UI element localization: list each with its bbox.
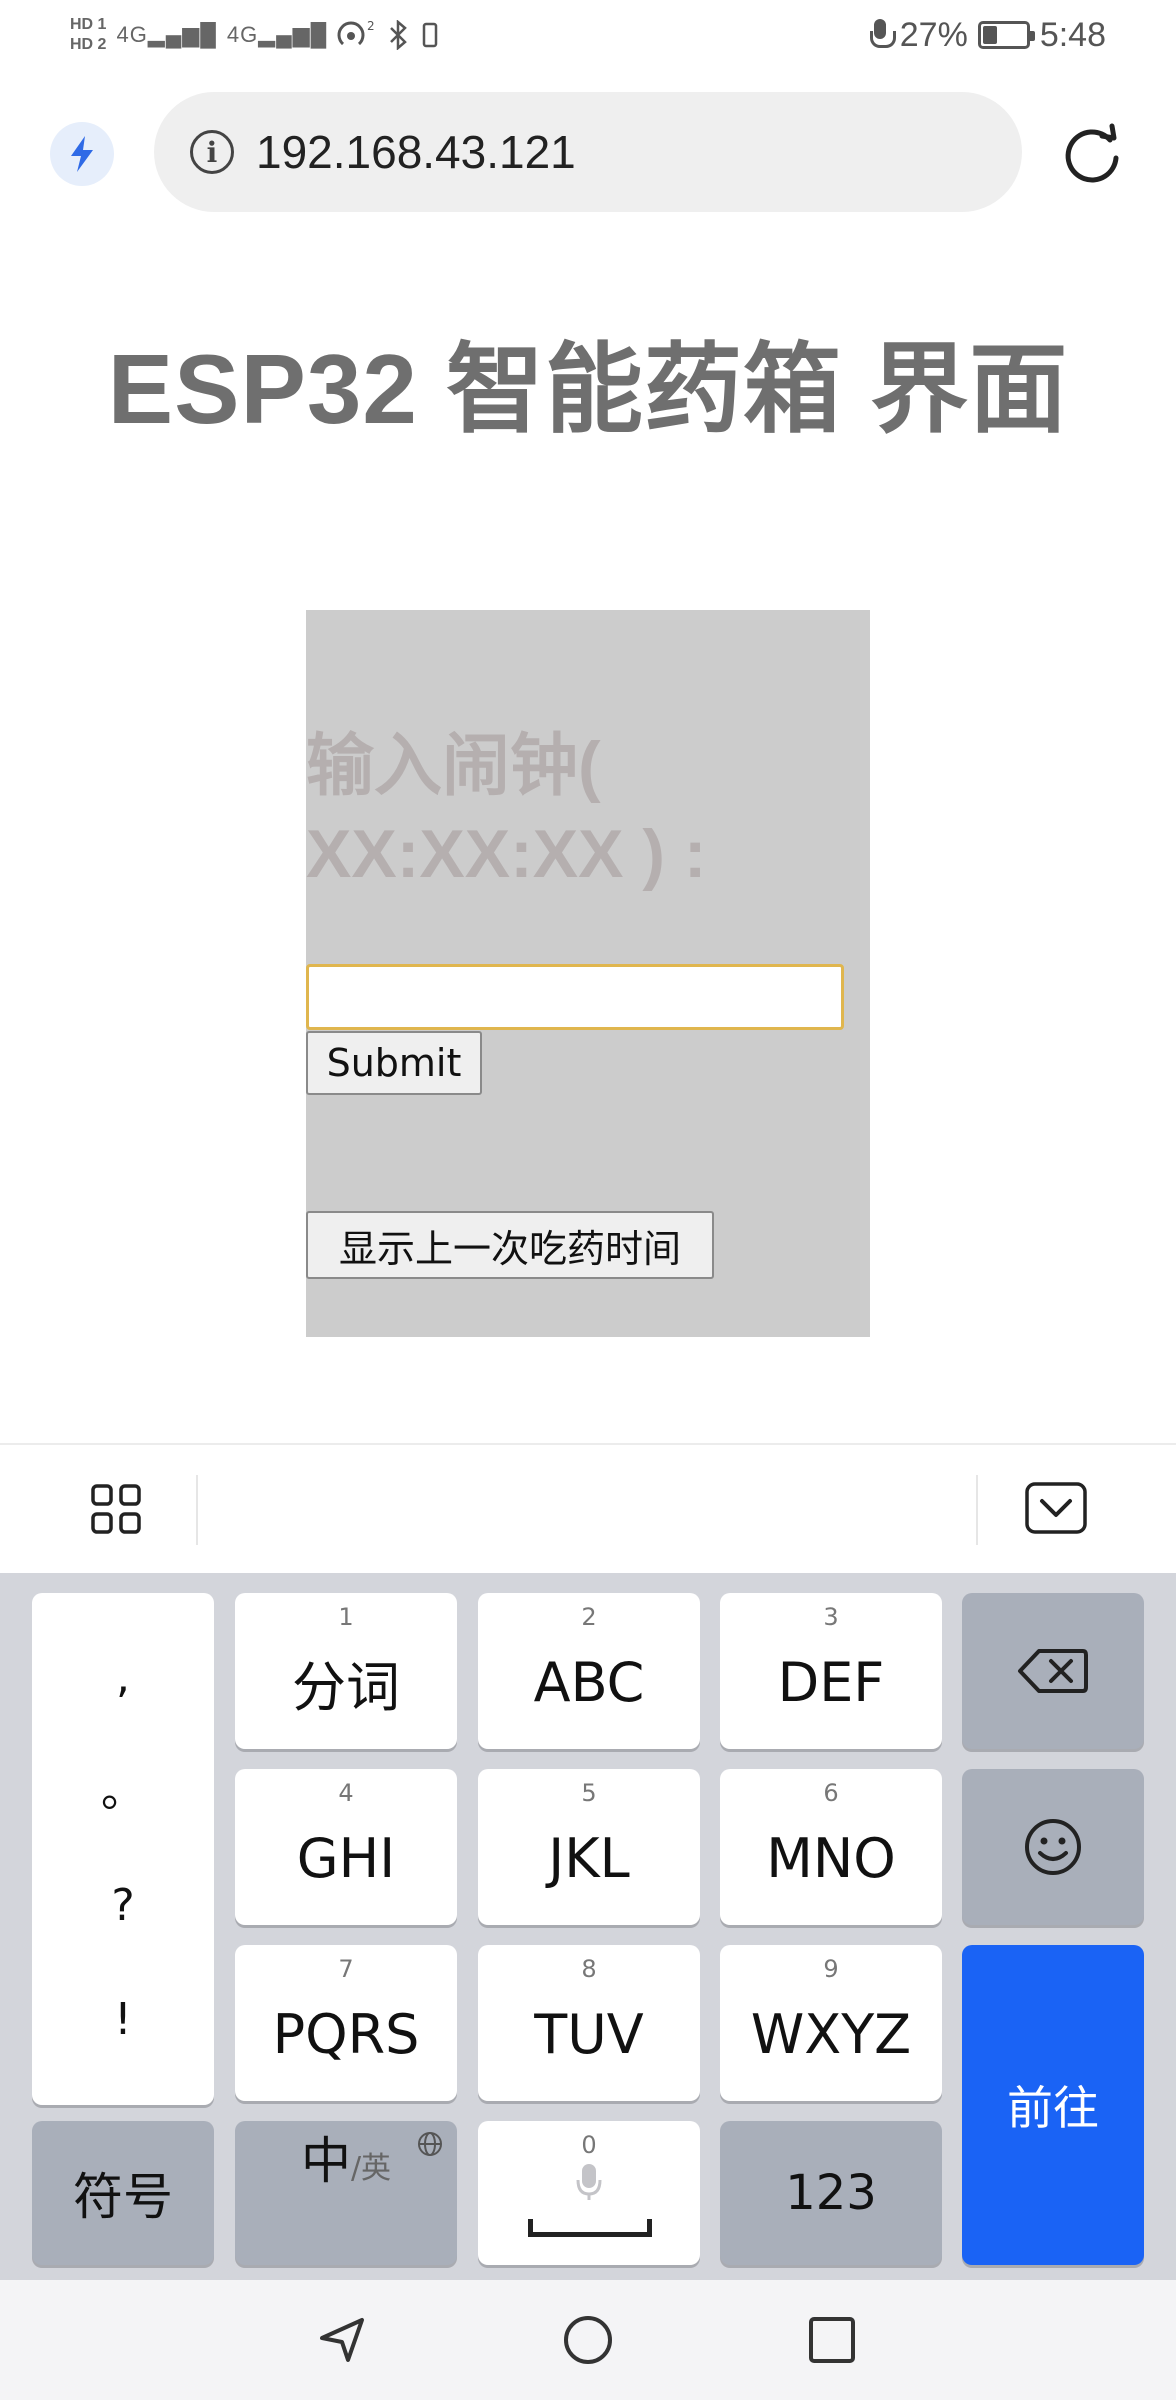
key-label: WXYZ xyxy=(750,2002,912,2066)
key-num: 2 xyxy=(581,1603,597,1631)
key-label: JKL xyxy=(548,1826,630,1890)
status-right: 27% 5:48 xyxy=(869,15,1106,55)
key-2[interactable]: 2 ABC xyxy=(478,1593,700,1749)
key-7[interactable]: 7 PQRS xyxy=(235,1945,457,2101)
key-num: 3 xyxy=(823,1603,839,1631)
address-bar[interactable]: i 192.168.43.121 xyxy=(154,92,1022,212)
key-3[interactable]: 3 DEF xyxy=(720,1593,942,1749)
keyboard: , 。 ? ! 1 分词 2 ABC 3 DEF 4 GHI 5 JKL 6 M… xyxy=(0,1573,1176,2280)
key-label: ABC xyxy=(533,1650,645,1714)
home-circle-icon[interactable] xyxy=(560,2312,616,2368)
back-triangle-icon[interactable] xyxy=(314,2312,370,2368)
toolbar-divider xyxy=(976,1475,978,1545)
key-num: 7 xyxy=(338,1955,354,1983)
bluetooth-icon xyxy=(390,20,408,50)
hd-indicator: HD 1 HD 2 xyxy=(70,15,106,55)
punct-exclaim[interactable]: ! xyxy=(114,1998,132,2042)
show-last-taken-button[interactable]: 显示上一次吃药时间 xyxy=(306,1211,714,1279)
key-num: 0 xyxy=(581,2131,597,2159)
submit-button[interactable]: Submit xyxy=(306,1031,482,1095)
url-text[interactable]: 192.168.43.121 xyxy=(256,125,576,179)
go-label: 前往 xyxy=(1007,2081,1099,2135)
key-6[interactable]: 6 MNO xyxy=(720,1769,942,1925)
key-num: 8 xyxy=(581,1955,597,1983)
backspace-key[interactable] xyxy=(962,1593,1144,1749)
grid-icon[interactable] xyxy=(90,1483,142,1535)
status-bar: HD 1 HD 2 4G▂▄▆█ 4G▂▄▆█ 2 27% 5:48 xyxy=(0,0,1176,70)
symbols-label: 符号 xyxy=(73,2168,173,2226)
numbers-label: 123 xyxy=(785,2165,877,2221)
alarm-label: 输入闹钟( XX:XX:XX ) : xyxy=(306,728,707,892)
key-num: 1 xyxy=(338,1603,354,1631)
keyboard-hide-icon[interactable] xyxy=(1024,1481,1088,1537)
spacebar-glyph xyxy=(528,2219,652,2237)
key-num: 5 xyxy=(581,1779,597,1807)
keyboard-toolbar xyxy=(0,1443,1176,1573)
navigation-bar xyxy=(0,2280,1176,2400)
hd1-label: HD 1 xyxy=(70,16,107,33)
key-9[interactable]: 9 WXYZ xyxy=(720,1945,942,2101)
recents-square-icon[interactable] xyxy=(804,2312,860,2368)
lightning-icon[interactable] xyxy=(50,122,114,186)
key-label: 分词 xyxy=(292,1655,400,1719)
lang-main-label: 中 xyxy=(300,2132,351,2190)
status-left: HD 1 HD 2 4G▂▄▆█ 4G▂▄▆█ 2 xyxy=(70,15,439,55)
punct-question[interactable]: ? xyxy=(111,1884,134,1928)
key-label: TUV xyxy=(534,2002,644,2066)
key-label: MNO xyxy=(766,1826,896,1890)
numbers-key[interactable]: 123 xyxy=(720,2121,942,2265)
key-label: PQRS xyxy=(272,2002,420,2066)
punct-period[interactable]: 。 xyxy=(101,1770,145,1814)
lang-sub-label: /英 xyxy=(350,2151,392,2186)
toolbar-divider xyxy=(196,1475,198,1545)
key-label: GHI xyxy=(296,1826,396,1890)
key-num: 9 xyxy=(823,1955,839,1983)
hd2-label: HD 2 xyxy=(70,36,107,53)
browser-toolbar: i 192.168.43.121 xyxy=(0,92,1176,216)
go-button[interactable]: 前往 xyxy=(962,1945,1144,2265)
hotspot-icon: 2 xyxy=(337,20,375,46)
key-4[interactable]: 4 GHI xyxy=(235,1769,457,1925)
key-1[interactable]: 1 分词 xyxy=(235,1593,457,1749)
battery-percent: 27% xyxy=(899,15,968,54)
key-5[interactable]: 5 JKL xyxy=(478,1769,700,1925)
vibrate-icon xyxy=(422,22,438,48)
emoji-key[interactable] xyxy=(962,1769,1144,1925)
language-switch-key[interactable]: 中 /英 xyxy=(235,2121,457,2265)
key-num: 6 xyxy=(823,1779,839,1807)
signal2-label: 4G xyxy=(226,22,259,47)
page-title: ESP32 智能药箱 界面 xyxy=(107,334,1069,444)
battery-icon xyxy=(977,21,1035,49)
key-8[interactable]: 8 TUV xyxy=(478,1945,700,2101)
info-icon[interactable]: i xyxy=(190,130,234,174)
clock: 5:48 xyxy=(1039,15,1106,54)
key-num: 4 xyxy=(338,1779,354,1807)
signal1-label: 4G xyxy=(116,22,148,47)
globe-icon xyxy=(418,2132,442,2156)
emoji-icon xyxy=(1025,1819,1081,1875)
microphone-status-icon xyxy=(869,19,896,51)
alarm-time-input[interactable] xyxy=(306,964,844,1030)
reload-icon[interactable] xyxy=(1058,122,1126,190)
signal-icon-2: 4G▂▄▆█ xyxy=(226,22,328,47)
punctuation-key[interactable]: , 。 ? ! xyxy=(32,1593,214,2105)
key-label: DEF xyxy=(777,1650,885,1714)
space-key[interactable]: 0 xyxy=(478,2121,700,2265)
backspace-icon xyxy=(1018,1649,1088,1693)
symbols-key[interactable]: 符号 xyxy=(32,2121,214,2265)
signal-icon-1: 4G▂▄▆█ xyxy=(116,22,217,47)
punct-comma[interactable]: , xyxy=(116,1656,130,1700)
microphone-icon xyxy=(576,2164,602,2200)
svg-text:2: 2 xyxy=(367,20,375,33)
